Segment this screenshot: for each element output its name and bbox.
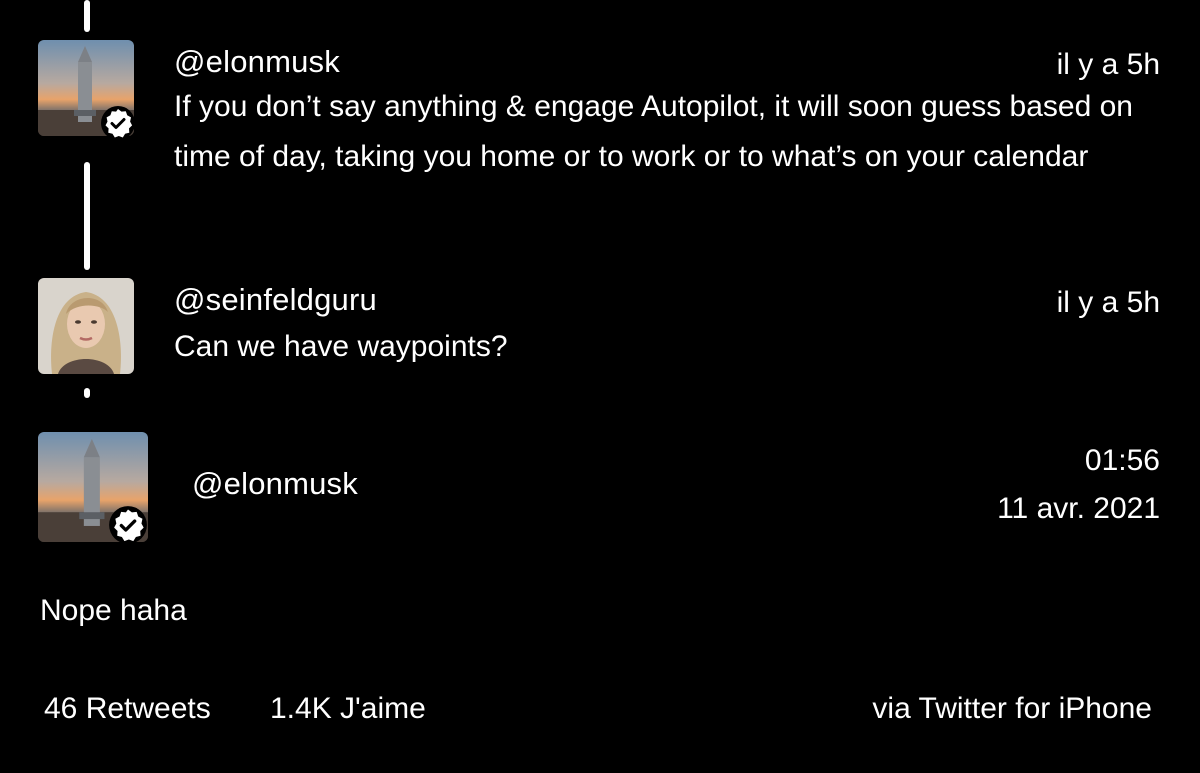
thread-line-bottom: [84, 388, 90, 398]
thread-line-top: [84, 0, 90, 32]
tweet2-text: Can we have waypoints?: [174, 330, 508, 363]
tweet2-username[interactable]: @seinfeldguru: [174, 282, 377, 318]
verified-badge-icon: [109, 506, 147, 544]
woman-portrait-avatar-icon: [38, 278, 134, 374]
likes-count[interactable]: 1.4K J'aime: [270, 692, 426, 726]
tweet1-text: If you don’t say anything & engage Autop…: [174, 90, 1133, 173]
verified-badge-icon: [101, 106, 135, 140]
main-tweet-time: 01:56: [1084, 444, 1160, 477]
main-tweet-date: 11 avr. 2021: [997, 492, 1160, 525]
tweet1-timestamp: il y a 5h: [1056, 48, 1160, 81]
avatar-seinfeldguru[interactable]: [38, 278, 134, 374]
retweets-count[interactable]: 46 Retweets: [44, 692, 211, 726]
tweet1-username[interactable]: @elonmusk: [174, 44, 340, 80]
tweet-source: via Twitter for iPhone: [872, 692, 1152, 725]
main-tweet-username[interactable]: @elonmusk: [192, 466, 358, 502]
thread-line-middle: [84, 162, 90, 270]
main-tweet-text: Nope haha: [40, 594, 187, 627]
tweet2-timestamp: il y a 5h: [1056, 286, 1160, 319]
